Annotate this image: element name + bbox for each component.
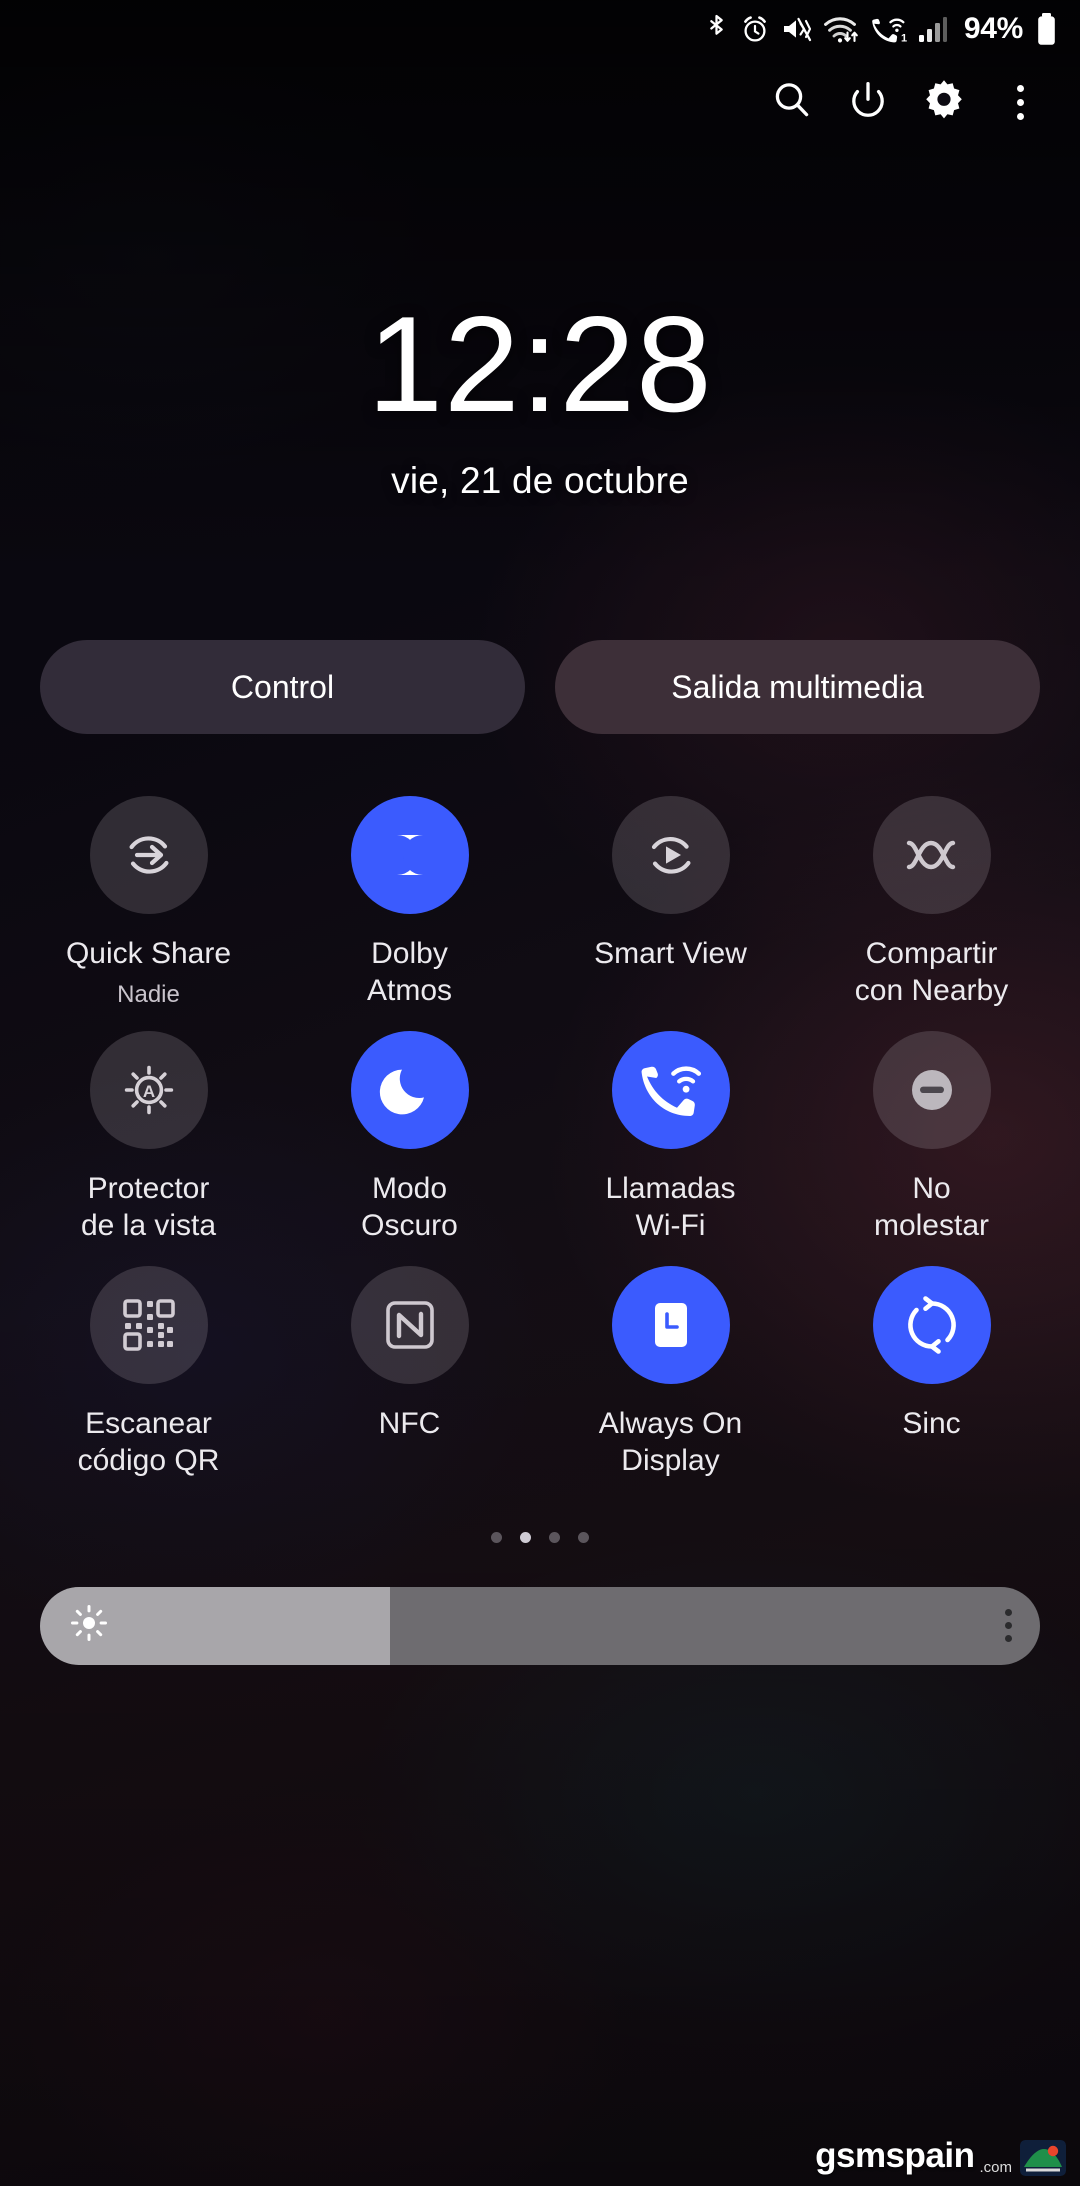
tile-sublabel: Nadie bbox=[117, 980, 180, 1008]
page-dot[interactable] bbox=[549, 1531, 560, 1543]
more-options-button[interactable] bbox=[982, 64, 1058, 140]
power-icon bbox=[846, 78, 890, 127]
mute-vibrate-icon bbox=[781, 15, 813, 44]
bluetooth-icon bbox=[704, 14, 729, 45]
tile-label: Dolby Atmos bbox=[366, 937, 453, 1007]
tile-label: Compartir con Nearby bbox=[854, 937, 1009, 1007]
brightness-slider[interactable] bbox=[40, 1586, 1040, 1665]
tile-sync[interactable]: Sinc bbox=[801, 1266, 1062, 1479]
dark-mode-moon-icon bbox=[350, 1031, 469, 1150]
more-options-icon bbox=[1016, 84, 1024, 120]
tile-label: Modo Oscuro bbox=[361, 1172, 458, 1242]
tile-qr-scanner[interactable]: Escanear código QR bbox=[18, 1266, 279, 1479]
clock-block[interactable]: 12:28 vie, 21 de octubre bbox=[0, 296, 1080, 502]
alarm-icon bbox=[740, 14, 770, 45]
search-icon bbox=[770, 78, 814, 127]
tile-wifi-calling[interactable]: Llamadas Wi-Fi bbox=[540, 1031, 801, 1244]
tile-nearby-share[interactable]: Compartir con Nearby bbox=[801, 796, 1062, 1009]
tile-dark-mode[interactable]: Modo Oscuro bbox=[279, 1031, 540, 1244]
tile-label: Always On Display bbox=[598, 1407, 743, 1477]
always-on-display-icon bbox=[611, 1266, 730, 1385]
svg-text:A: A bbox=[142, 1082, 154, 1101]
tile-smart-view[interactable]: Smart View bbox=[540, 796, 801, 1009]
tile-label: Llamadas Wi-Fi bbox=[605, 1172, 736, 1242]
do-not-disturb-icon bbox=[872, 1031, 991, 1150]
sync-icon bbox=[872, 1266, 991, 1385]
watermark-name: gsmspain bbox=[815, 2136, 975, 2175]
watermark-suffix: .com bbox=[979, 2159, 1012, 2176]
svg-text:1: 1 bbox=[901, 32, 907, 44]
tile-do-not-disturb[interactable]: No molestar bbox=[801, 1031, 1062, 1244]
nearby-share-icon bbox=[872, 796, 991, 914]
wifi-calling-icon: 1 bbox=[870, 15, 907, 44]
page-dot-active[interactable] bbox=[520, 1531, 531, 1543]
brightness-sun-icon bbox=[70, 1604, 108, 1647]
gear-icon bbox=[921, 77, 967, 128]
clock-date[interactable]: vie, 21 de octubre bbox=[0, 460, 1080, 502]
page-dot[interactable] bbox=[578, 1531, 589, 1543]
wifi-data-icon bbox=[823, 15, 859, 44]
tile-label: Quick Share bbox=[65, 937, 232, 970]
dolby-atmos-icon bbox=[350, 796, 469, 914]
tile-label: NFC bbox=[378, 1407, 441, 1441]
page-dot[interactable] bbox=[491, 1531, 502, 1543]
tile-nfc[interactable]: NFC bbox=[279, 1266, 540, 1479]
clock-time[interactable]: 12:28 bbox=[0, 296, 1080, 432]
settings-button[interactable] bbox=[906, 64, 982, 140]
smart-view-icon bbox=[611, 796, 730, 914]
battery-icon bbox=[1035, 12, 1058, 46]
quick-settings-grid: Quick Share Nadie Dolby Atmos Smart View… bbox=[0, 796, 1080, 1480]
qr-scanner-icon bbox=[89, 1266, 208, 1385]
tile-label: Protector de la vista bbox=[80, 1172, 217, 1242]
page-indicator[interactable] bbox=[0, 1531, 1080, 1543]
tile-quick-share[interactable]: Quick Share Nadie bbox=[18, 796, 279, 1009]
wifi-calling-icon bbox=[611, 1031, 730, 1150]
tile-always-on-display[interactable]: Always On Display bbox=[540, 1266, 801, 1479]
panel-pills: Control Salida multimedia bbox=[0, 640, 1080, 734]
tile-label: Sinc bbox=[902, 1407, 961, 1441]
signal-bars-icon bbox=[918, 15, 948, 44]
power-button[interactable] bbox=[830, 64, 906, 140]
tile-label: Smart View bbox=[594, 937, 747, 970]
watermark-logo-icon bbox=[1020, 2140, 1066, 2176]
control-pill-button[interactable]: Control bbox=[40, 640, 525, 734]
watermark: gsmspain .com bbox=[815, 2136, 1066, 2176]
quick-settings-toolbar bbox=[0, 58, 1080, 146]
tile-eye-comfort-shield[interactable]: A Protector de la vista bbox=[18, 1031, 279, 1244]
search-button[interactable] bbox=[754, 64, 830, 140]
tile-label: No molestar bbox=[873, 1172, 990, 1242]
tile-label: Escanear código QR bbox=[77, 1407, 220, 1477]
tile-dolby-atmos[interactable]: Dolby Atmos bbox=[279, 796, 540, 1009]
battery-percent-label: 94% bbox=[963, 12, 1023, 45]
status-bar: 1 94% bbox=[0, 0, 1080, 58]
brightness-row bbox=[0, 1586, 1080, 1665]
quick-share-icon bbox=[89, 796, 208, 914]
brightness-more-icon[interactable] bbox=[1005, 1609, 1012, 1643]
eye-comfort-shield-icon: A bbox=[89, 1031, 208, 1150]
media-output-pill-button[interactable]: Salida multimedia bbox=[555, 640, 1040, 734]
nfc-icon bbox=[350, 1266, 469, 1385]
